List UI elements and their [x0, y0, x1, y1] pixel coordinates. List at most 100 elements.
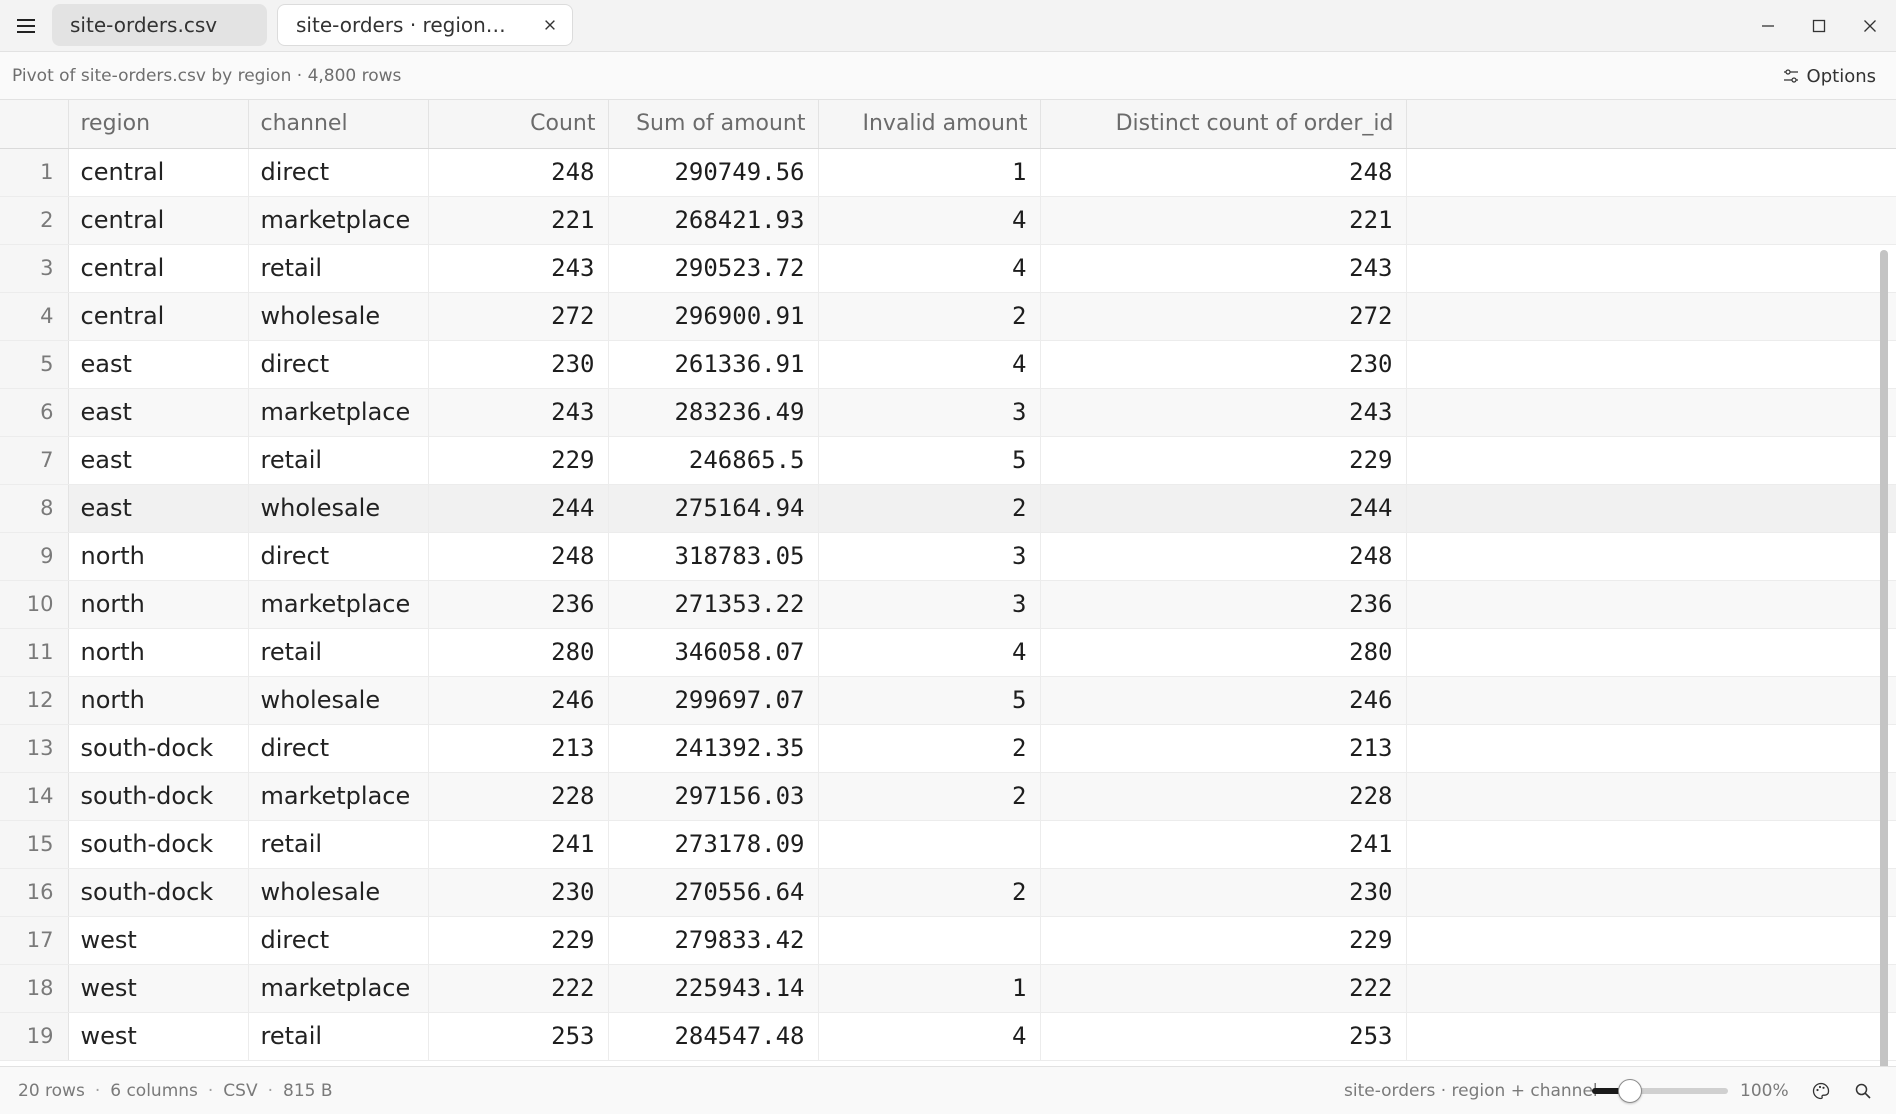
cell-distinct-count[interactable]: 236: [1040, 580, 1407, 629]
cell-invalid-amount[interactable]: 4: [818, 196, 1041, 245]
cell-distinct-count[interactable]: 241: [1040, 820, 1407, 869]
cell-sum-of-amount[interactable]: 284547.48: [608, 1012, 819, 1061]
cell-channel[interactable]: direct: [248, 724, 429, 773]
cell-count[interactable]: 241: [428, 820, 609, 869]
row-number[interactable]: 1: [0, 148, 69, 197]
cell-region[interactable]: south-dock: [68, 868, 249, 917]
row-number[interactable]: 12: [0, 676, 69, 725]
table-row[interactable]: 8 east wholesale 244 275164.94 2 244: [0, 484, 1896, 533]
row-number[interactable]: 8: [0, 484, 69, 533]
cell-invalid-amount[interactable]: 5: [818, 436, 1041, 485]
cell-invalid-amount[interactable]: [818, 916, 1041, 965]
cell-region[interactable]: west: [68, 1012, 249, 1061]
cell-sum-of-amount[interactable]: 297156.03: [608, 772, 819, 821]
row-number[interactable]: 3: [0, 244, 69, 293]
cell-channel[interactable]: marketplace: [248, 388, 429, 437]
cell-channel[interactable]: direct: [248, 532, 429, 581]
minimize-button[interactable]: [1752, 10, 1784, 42]
cell-region[interactable]: north: [68, 628, 249, 677]
cell-channel[interactable]: retail: [248, 1012, 429, 1061]
cell-distinct-count[interactable]: 230: [1040, 340, 1407, 389]
cell-invalid-amount[interactable]: 2: [818, 772, 1041, 821]
cell-invalid-amount[interactable]: [818, 820, 1041, 869]
cell-sum-of-amount[interactable]: 290749.56: [608, 148, 819, 197]
row-number[interactable]: 17: [0, 916, 69, 965]
cell-region[interactable]: central: [68, 244, 249, 293]
maximize-button[interactable]: [1803, 10, 1835, 42]
cell-distinct-count[interactable]: 246: [1040, 676, 1407, 725]
zoom-slider-thumb[interactable]: [1618, 1079, 1643, 1103]
cell-distinct-count[interactable]: 280: [1040, 628, 1407, 677]
cell-channel[interactable]: retail: [248, 244, 429, 293]
row-number[interactable]: 5: [0, 340, 69, 389]
table-row[interactable]: 13 south-dock direct 213 241392.35 2 213: [0, 724, 1896, 773]
cell-invalid-amount[interactable]: 3: [818, 532, 1041, 581]
cell-distinct-count[interactable]: 222: [1040, 964, 1407, 1013]
cell-sum-of-amount[interactable]: 279833.42: [608, 916, 819, 965]
cell-invalid-amount[interactable]: 4: [818, 340, 1041, 389]
row-number[interactable]: 13: [0, 724, 69, 773]
cell-channel[interactable]: marketplace: [248, 580, 429, 629]
cell-count[interactable]: 248: [428, 148, 609, 197]
cell-region[interactable]: east: [68, 484, 249, 533]
cell-region[interactable]: north: [68, 580, 249, 629]
cell-count[interactable]: 229: [428, 436, 609, 485]
cell-invalid-amount[interactable]: 4: [818, 1012, 1041, 1061]
cell-sum-of-amount[interactable]: 246865.5: [608, 436, 819, 485]
row-number-header[interactable]: [0, 100, 69, 149]
cell-count[interactable]: 272: [428, 292, 609, 341]
cell-sum-of-amount[interactable]: 290523.72: [608, 244, 819, 293]
row-number[interactable]: 4: [0, 292, 69, 341]
cell-channel[interactable]: retail: [248, 436, 429, 485]
cell-distinct-count[interactable]: 229: [1040, 436, 1407, 485]
cell-invalid-amount[interactable]: 2: [818, 724, 1041, 773]
tab-site-orders-csv[interactable]: site-orders.csv: [52, 4, 267, 46]
cell-channel[interactable]: marketplace: [248, 772, 429, 821]
cell-sum-of-amount[interactable]: 270556.64: [608, 868, 819, 917]
cell-sum-of-amount[interactable]: 271353.22: [608, 580, 819, 629]
cell-sum-of-amount[interactable]: 273178.09: [608, 820, 819, 869]
cell-distinct-count[interactable]: 213: [1040, 724, 1407, 773]
cell-sum-of-amount[interactable]: 296900.91: [608, 292, 819, 341]
row-number[interactable]: 7: [0, 436, 69, 485]
cell-count[interactable]: 213: [428, 724, 609, 773]
cell-count[interactable]: 243: [428, 388, 609, 437]
cell-sum-of-amount[interactable]: 241392.35: [608, 724, 819, 773]
cell-region[interactable]: south-dock: [68, 724, 249, 773]
cell-distinct-count[interactable]: 253: [1040, 1012, 1407, 1061]
cell-distinct-count[interactable]: 272: [1040, 292, 1407, 341]
cell-channel[interactable]: wholesale: [248, 292, 429, 341]
cell-invalid-amount[interactable]: 3: [818, 388, 1041, 437]
cell-sum-of-amount[interactable]: 299697.07: [608, 676, 819, 725]
table-row[interactable]: 11 north retail 280 346058.07 4 280: [0, 628, 1896, 677]
cell-invalid-amount[interactable]: 1: [818, 964, 1041, 1013]
close-window-button[interactable]: [1854, 10, 1886, 42]
cell-sum-of-amount[interactable]: 261336.91: [608, 340, 819, 389]
cell-distinct-count[interactable]: 230: [1040, 868, 1407, 917]
cell-count[interactable]: 248: [428, 532, 609, 581]
cell-region[interactable]: north: [68, 676, 249, 725]
cell-channel[interactable]: direct: [248, 340, 429, 389]
cell-channel[interactable]: marketplace: [248, 964, 429, 1013]
theme-button[interactable]: [1810, 1080, 1832, 1102]
cell-sum-of-amount[interactable]: 225943.14: [608, 964, 819, 1013]
cell-distinct-count[interactable]: 248: [1040, 532, 1407, 581]
table-row[interactable]: 14 south-dock marketplace 228 297156.03 2 228: [0, 772, 1896, 821]
cell-sum-of-amount[interactable]: 283236.49: [608, 388, 819, 437]
table-row[interactable]: 19 west retail 253 284547.48 4 253: [0, 1012, 1896, 1061]
cell-distinct-count[interactable]: 244: [1040, 484, 1407, 533]
zoom-slider[interactable]: [1592, 1079, 1728, 1103]
cell-invalid-amount[interactable]: 3: [818, 580, 1041, 629]
close-tab-button[interactable]: [540, 15, 560, 35]
cell-count[interactable]: 221: [428, 196, 609, 245]
row-number[interactable]: 18: [0, 964, 69, 1013]
row-number[interactable]: 15: [0, 820, 69, 869]
table-row[interactable]: 4 central wholesale 272 296900.91 2 272: [0, 292, 1896, 341]
cell-count[interactable]: 228: [428, 772, 609, 821]
row-number[interactable]: 11: [0, 628, 69, 677]
vertical-scrollbar[interactable]: [1880, 250, 1888, 1066]
tab-site-orders-pivot[interactable]: site-orders · region…: [277, 4, 573, 46]
cell-count[interactable]: 229: [428, 916, 609, 965]
table-row[interactable]: 18 west marketplace 222 225943.14 1 222: [0, 964, 1896, 1013]
column-header-count[interactable]: Count: [428, 100, 609, 149]
